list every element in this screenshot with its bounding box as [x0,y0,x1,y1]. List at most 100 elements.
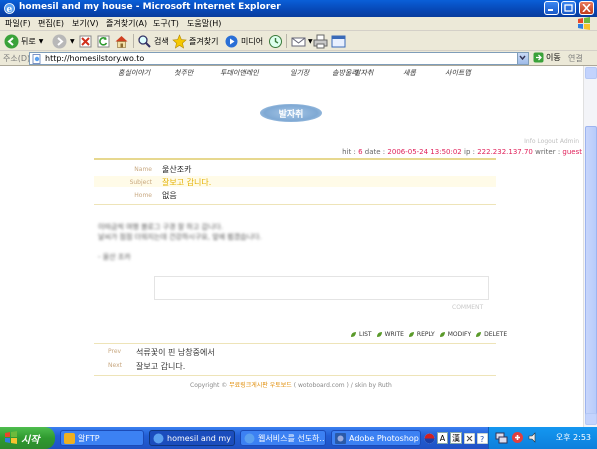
address-label: 주소(D) [3,54,31,63]
ime-toolbar: A 漢 ? [424,431,488,445]
media-button[interactable]: 미디어 [224,33,263,49]
address-input[interactable]: http://homesilstory.wo.to [29,52,529,65]
start-button[interactable]: 시작 [0,427,55,449]
internet-explorer-icon [244,433,255,443]
clock: 오후 2:53 [555,433,591,442]
copyright: Copyright © 무료링크게시판 우토보드 ( wotoboard.com… [190,382,392,389]
nav-item-homesil-story[interactable]: 홈실이야기 [118,68,150,78]
write-button[interactable]: WRITE [376,329,404,339]
minimize-button[interactable] [544,1,559,15]
mail-button[interactable]: ▼ [291,33,313,49]
task-photoshop[interactable]: Adobe Photoshop [331,430,421,446]
refresh-icon [97,35,110,47]
scroll-down-button[interactable] [585,413,597,425]
toolbar-separator [133,34,134,48]
go-button[interactable]: 이동 [533,52,561,63]
post-writer[interactable]: guest [562,148,582,156]
ime-alpha-toggle[interactable]: A [437,432,448,444]
divider [94,375,496,376]
delete-button[interactable]: DELETE [475,329,507,339]
start-label: 시작 [21,434,40,446]
post-actions: LIST WRITE REPLY MODIFY DELETE [350,329,507,339]
modify-button[interactable]: MODIFY [439,329,471,339]
favorites-button[interactable]: 즐겨찾기 [172,33,218,49]
post-body-line: 이따금씩 여행 블로그 구경 잘 하고 갑니다. [98,223,224,231]
help-icon[interactable]: ? [477,432,488,444]
comment-input[interactable] [154,276,489,300]
close-button[interactable] [579,1,594,15]
system-tray: 오후 2:53 [488,427,597,449]
prev-post-title[interactable]: 석류꽃이 핀 남창중에서 [136,347,215,358]
reply-button[interactable]: REPLY [408,329,435,339]
history-icon [269,34,282,48]
wotoboard-link[interactable]: 무료링크게시판 우토보드 [229,382,292,389]
task-alftp[interactable]: 알FTP [60,430,144,446]
korean-ime-icon[interactable] [424,433,435,444]
nav-item-footprints[interactable]: 발자취 [354,68,373,78]
scroll-thumb[interactable] [585,126,597,416]
login-links[interactable]: Info Logout Admin [524,138,579,145]
ime-hanja-toggle[interactable]: 漢 [450,432,462,444]
leaf-icon [476,331,482,337]
maximize-icon [564,4,573,12]
back-button[interactable]: 뒤로 ▼ [4,33,43,49]
nav-item-new[interactable]: 새롭 [403,68,416,78]
media-icon [225,35,238,47]
menu-bar: 파일(F) 편집(E) 보기(V) 즐겨찾기(A) 도구(T) 도움말(H) [0,17,597,31]
refresh-button[interactable] [96,33,111,49]
next-post-row[interactable]: Next 잘보고 갑니다. [94,361,496,373]
ime-options-icon[interactable] [464,432,475,444]
back-dropdown-icon[interactable]: ▼ [39,38,44,45]
taskbar: 시작 알FTP homesil and my ... 웹서비스를 선도하... … [0,427,597,449]
history-button[interactable] [268,33,283,49]
search-button[interactable]: 검색 [137,33,169,49]
print-button[interactable] [313,33,328,49]
volume-icon[interactable] [527,431,540,444]
menu-help[interactable]: 도움말(H) [187,18,221,29]
forward-button[interactable]: ▼ [52,33,75,49]
menu-tools[interactable]: 도구(T) [153,18,179,29]
name-value: 울산조카 [162,165,192,174]
links-label[interactable]: 연결 [568,53,583,64]
vertical-scrollbar[interactable] [583,66,597,427]
nav-item-diary[interactable]: 일기장 [290,68,309,78]
menu-edit[interactable]: 편집(E) [38,18,64,29]
task-ie-homesil[interactable]: homesil and my ... [149,430,235,446]
svg-text:e: e [7,5,13,15]
divider [94,343,496,344]
menu-view[interactable]: 보기(V) [72,18,98,29]
close-icon [582,4,591,12]
internet-explorer-icon [153,433,164,443]
prev-post-row[interactable]: Prev 석류꽃이 핀 남창중에서 [94,347,496,359]
post-body-line: 날씨가 점점 더워지는데 건강하시구요, 앞에 뵙겠습니다. [98,233,262,241]
post-date: 2006-05-24 13:50:02 [387,148,462,156]
menu-file[interactable]: 파일(F) [5,18,31,29]
edit-button[interactable] [331,33,346,49]
list-button[interactable]: LIST [350,329,372,339]
network-icon[interactable] [495,431,508,444]
nav-item-sitemap[interactable]: 사이트맵 [445,68,471,78]
leaf-icon [351,331,356,337]
address-dropdown-button[interactable] [517,53,528,64]
scroll-up-button[interactable] [585,67,597,79]
menu-favorites[interactable]: 즐겨찾기(A) [106,18,147,29]
divider [94,204,496,205]
leaf-icon [439,331,445,337]
window-title-bar: e homesil and my house - Microsoft Inter… [0,0,597,17]
next-post-title[interactable]: 잘보고 갑니다. [136,361,185,372]
edit-page-icon [331,35,346,47]
name-label: Name [134,166,152,173]
home-button[interactable] [114,33,129,49]
antivirus-icon[interactable] [511,431,524,444]
divider [94,158,496,160]
forward-dropdown-icon[interactable]: ▼ [70,38,75,45]
task-web-service[interactable]: 웹서비스를 선도하... [240,430,326,446]
maximize-button[interactable] [561,1,576,15]
nav-item-first[interactable]: 첫주만 [174,68,193,78]
nav-item-today[interactable]: 투데이앤레인 [220,68,259,78]
post-meta: hit : 6 date : 2006-05-24 13:50:02 ip : … [342,148,582,156]
chevron-down-icon [519,55,526,61]
comment-button[interactable]: COMMENT [452,304,483,311]
stop-button[interactable] [78,33,93,49]
mail-dropdown-icon[interactable]: ▼ [308,38,313,45]
